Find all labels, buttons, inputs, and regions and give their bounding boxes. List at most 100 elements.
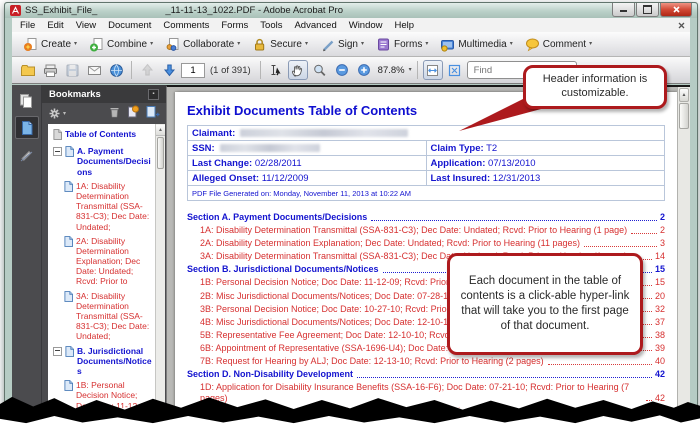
bookmark-options-button[interactable]: ▾ xyxy=(48,107,66,120)
menu-item[interactable]: Edit xyxy=(41,20,69,31)
email-button[interactable] xyxy=(84,60,104,80)
bookmark-item[interactable]: 3A: Disability Determination Transmittal… xyxy=(53,291,152,342)
toc-entry-text[interactable]: Section D. Non-Disability Development xyxy=(187,369,353,380)
zoom-out-button[interactable] xyxy=(332,60,352,80)
toc-page-number[interactable]: 3 xyxy=(660,238,665,249)
signature-pen-icon xyxy=(19,147,35,163)
toc-page-number[interactable]: 39 xyxy=(655,343,665,354)
vertical-scrollbar[interactable]: ▲ xyxy=(677,87,690,428)
zoom-level-value[interactable]: 87.8% xyxy=(378,65,405,76)
bookmark-item[interactable]: B. Jurisdictional Documents/Notices xyxy=(53,346,152,377)
scrollbar-thumb[interactable] xyxy=(157,137,164,169)
page-number-input[interactable] xyxy=(181,63,205,78)
sign-button[interactable]: Sign▾ xyxy=(314,35,370,54)
secure-icon xyxy=(252,37,267,52)
upload-web-button[interactable] xyxy=(106,60,126,80)
save-button[interactable] xyxy=(62,60,82,80)
forms-button[interactable]: Forms▾ xyxy=(370,35,434,54)
menu-item[interactable]: Help xyxy=(389,20,421,31)
create-button[interactable]: Create▾ xyxy=(17,35,83,54)
toc-page-number[interactable]: 37 xyxy=(655,317,665,328)
toc-row[interactable]: 1A: Disability Determination Transmittal… xyxy=(187,225,665,236)
set-destination-button[interactable] xyxy=(126,105,140,123)
toc-row[interactable]: Section A. Payment Documents/Decisions 2 xyxy=(187,212,665,223)
titlebar[interactable]: SS_Exhibit_File_ _11-11-13_1022.PDF - Ad… xyxy=(5,3,697,18)
signatures-panel-tab[interactable] xyxy=(15,143,39,166)
toc-page-number[interactable]: 15 xyxy=(655,277,665,288)
trash-icon xyxy=(108,105,121,118)
toc-row[interactable]: 7B: Request for Hearing by ALJ; Doc Date… xyxy=(187,356,665,367)
bookmark-item[interactable]: 1A: Disability Determination Transmittal… xyxy=(53,181,152,232)
toc-page-number[interactable]: 20 xyxy=(655,291,665,302)
chevron-down-icon[interactable]: ▾ xyxy=(409,67,412,73)
toc-page-number[interactable]: 42 xyxy=(655,369,665,380)
menu-item[interactable]: Forms xyxy=(215,20,254,31)
toc-page-number[interactable]: 2 xyxy=(660,225,665,236)
toc-row[interactable]: 2A: Disability Determination Explanation… xyxy=(187,238,665,249)
bookmark-item[interactable]: Table of Contents xyxy=(53,129,152,142)
print-button[interactable] xyxy=(40,60,60,80)
collaborate-button[interactable]: Collaborate▾ xyxy=(159,35,246,54)
bookmarks-panel-tab[interactable] xyxy=(15,116,39,139)
marquee-zoom-button[interactable] xyxy=(310,60,330,80)
bookmark-item[interactable]: 2A: Disability Determination Explanation… xyxy=(53,236,152,287)
toc-row[interactable]: Section D. Non-Disability Development 42 xyxy=(187,369,665,380)
combine-button[interactable]: Combine▾ xyxy=(83,35,159,54)
close-button[interactable] xyxy=(660,3,692,17)
menu-item[interactable]: Advanced xyxy=(288,20,342,31)
toc-page-number[interactable]: 2 xyxy=(660,212,665,223)
next-page-button[interactable] xyxy=(159,60,179,80)
toc-entry-text[interactable]: 2A: Disability Determination Explanation… xyxy=(200,238,580,249)
toc-entry-text[interactable]: Section A. Payment Documents/Decisions xyxy=(187,212,367,223)
toc-entry-text[interactable]: Section B. Jurisdictional Documents/Noti… xyxy=(187,264,379,275)
open-button[interactable] xyxy=(18,60,38,80)
panel-menu-button[interactable]: ▪ xyxy=(148,89,159,100)
menubar-close-icon[interactable] xyxy=(678,22,685,29)
toc-page-number[interactable]: 40 xyxy=(655,356,665,367)
menu-item[interactable]: Document xyxy=(102,20,157,31)
menu-item[interactable]: File xyxy=(14,20,41,31)
maximize-button[interactable] xyxy=(636,3,659,17)
menu-item[interactable]: Tools xyxy=(254,20,288,31)
bookmark-label: B. Jurisdictional Documents/Notices xyxy=(77,346,152,377)
fit-width-button[interactable] xyxy=(423,60,443,80)
alleged-onset-value: 11/12/2009 xyxy=(262,173,309,184)
scrollbar-thumb[interactable] xyxy=(679,103,689,129)
gear-icon xyxy=(48,107,61,120)
toc-page-number[interactable]: 32 xyxy=(655,304,665,315)
new-bookmark-button[interactable] xyxy=(145,105,160,123)
last-change-value: 02/28/2011 xyxy=(255,158,302,169)
pages-panel-tab[interactable] xyxy=(15,89,39,112)
chevron-down-icon: ▾ xyxy=(237,41,240,47)
menu-item[interactable]: Window xyxy=(343,20,389,31)
scroll-up-icon[interactable]: ▲ xyxy=(679,88,689,102)
minimize-button[interactable] xyxy=(612,3,635,17)
bookmark-item[interactable]: A. Payment Documents/Decisions xyxy=(53,146,152,177)
toc-entry-text[interactable]: 7B: Request for Hearing by ALJ; Doc Date… xyxy=(200,356,544,367)
hand-tool-button[interactable] xyxy=(288,60,308,80)
acrobat-logo-icon xyxy=(10,5,21,16)
previous-page-button[interactable] xyxy=(137,60,157,80)
menu-item[interactable]: Comments xyxy=(157,20,215,31)
scroll-up-icon[interactable]: ▲ xyxy=(156,125,165,136)
collapse-toggle-icon[interactable] xyxy=(53,347,62,356)
fit-page-button[interactable] xyxy=(445,60,465,80)
chevron-down-icon: ▾ xyxy=(63,111,66,117)
toc-row[interactable]: 1D: Application for Disability Insurance… xyxy=(187,382,665,403)
multimedia-button[interactable]: Multimedia▾ xyxy=(434,35,518,54)
toc-page-number[interactable]: 38 xyxy=(655,330,665,341)
toc-page-number[interactable]: 15 xyxy=(655,264,665,275)
last-insured-label: Last Insured: xyxy=(431,173,491,184)
toc-page-number[interactable]: 14 xyxy=(655,251,665,262)
last-change-cell: Last Change: 02/28/2011 xyxy=(188,156,427,171)
collapse-toggle-icon[interactable] xyxy=(53,147,62,156)
zoom-in-button[interactable] xyxy=(354,60,374,80)
toc-page-number[interactable]: 42 xyxy=(655,393,665,404)
comment-button[interactable]: Comment▾ xyxy=(519,35,598,54)
secure-button[interactable]: Secure▾ xyxy=(246,35,314,54)
toc-entry-text[interactable]: 1A: Disability Determination Transmittal… xyxy=(200,225,627,236)
menu-item[interactable]: View xyxy=(70,20,102,31)
select-tool-button[interactable] xyxy=(266,60,286,80)
delete-bookmark-button[interactable] xyxy=(108,105,121,123)
bookmarks-scrollbar[interactable]: ▲ xyxy=(155,124,165,428)
